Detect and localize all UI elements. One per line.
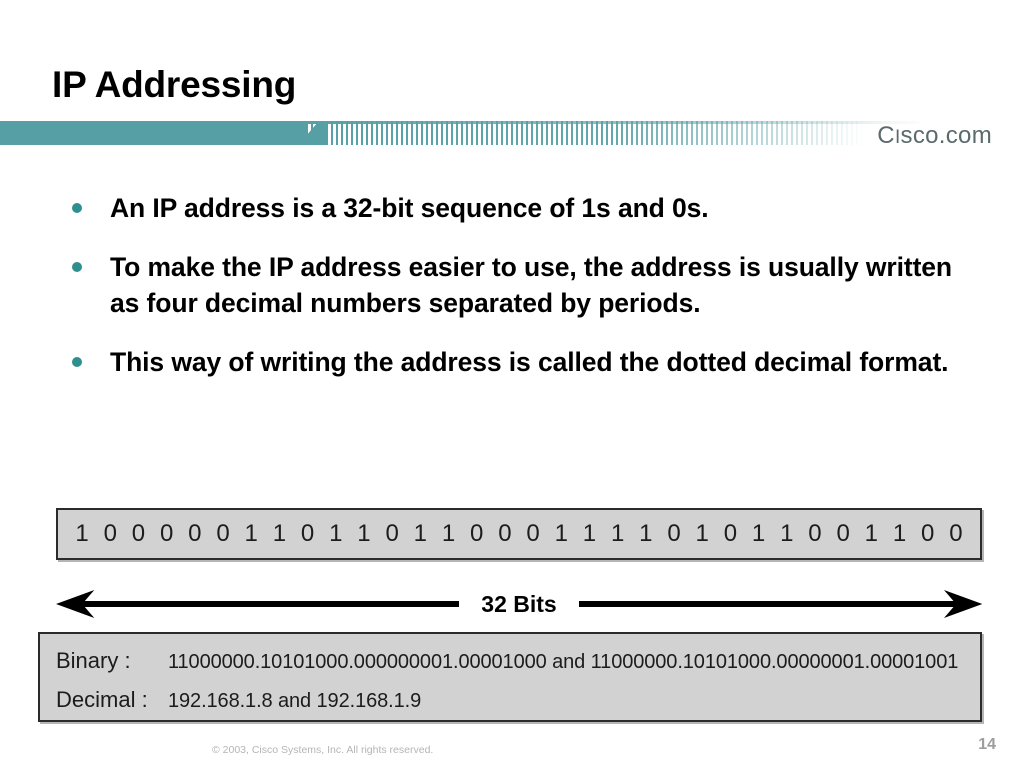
bullet-item: This way of writing the address is calle… <box>66 344 976 381</box>
brand-suffix: sco.com <box>900 122 992 149</box>
bit-digit: 1 <box>751 520 766 547</box>
bit-digit: 1 <box>413 520 428 547</box>
detail-label: Binary : <box>56 648 131 673</box>
cisco-com-logo: CIsco.com <box>877 122 992 150</box>
bit-digit: 1 <box>329 520 343 547</box>
bullet-item: An IP address is a 32-bit sequence of 1s… <box>66 190 976 227</box>
bit-digit: 0 <box>723 520 738 547</box>
bit-digit: 0 <box>921 520 935 547</box>
bit-digit: 0 <box>188 520 202 547</box>
bullet-item: To make the IP address easier to use, th… <box>66 249 976 322</box>
copyright-text: © 2003, Cisco Systems, Inc. All rights r… <box>212 744 434 756</box>
banner-solid-bar <box>0 121 306 145</box>
bit-digit: 0 <box>216 520 230 547</box>
brand-prefix: C <box>877 122 895 149</box>
bit-digit: 1 <box>441 520 456 547</box>
bit-digit: 1 <box>582 520 597 547</box>
bit-digit: 1 <box>610 520 625 547</box>
bit-digit: 0 <box>159 520 174 547</box>
bit-digit: 1 <box>864 520 879 547</box>
bit-digit: 1 <box>639 520 653 547</box>
page-title: IP Addressing <box>52 64 297 105</box>
left-arrow-icon <box>56 583 460 625</box>
detail-value: 192.168.1.8 and 192.168.1.9 <box>168 690 422 712</box>
bit-sequence-box: 10000011011011000111101011001100 <box>56 508 982 560</box>
detail-row-decimal: Decimal : 192.168.1.8 and 192.168.1.9 <box>56 683 964 716</box>
bit-digit: 1 <box>75 520 89 547</box>
bit-digit: 0 <box>103 520 117 547</box>
bit-digit: 1 <box>272 520 287 547</box>
bit-digit: 1 <box>357 520 371 547</box>
bit-digit: 0 <box>949 520 963 547</box>
bit-digit: 0 <box>808 520 822 547</box>
bullet-list: An IP address is a 32-bit sequence of 1s… <box>66 190 976 402</box>
header-banner <box>0 121 1024 145</box>
slide: IP Addressing CIsco.com An IP address is… <box>0 0 1024 768</box>
right-arrow-icon <box>578 583 982 625</box>
bit-digit: 0 <box>498 520 512 547</box>
bit-digit: 0 <box>470 520 484 547</box>
bit-digit: 0 <box>131 520 146 547</box>
bit-digit: 0 <box>667 520 681 547</box>
address-detail-box: Binary : 11000000.10101000.000000001.000… <box>38 632 982 722</box>
bit-digit: 1 <box>554 520 568 547</box>
bit-digit: 0 <box>526 520 540 547</box>
bit-digit: 0 <box>300 520 315 547</box>
bit-digit: 0 <box>836 520 850 547</box>
bit-digit: 0 <box>385 520 399 547</box>
detail-row-binary: Binary : 11000000.10101000.000000001.000… <box>56 644 964 677</box>
bit-width-indicator: 32 Bits <box>56 583 982 625</box>
detail-value: 11000000.10101000.000000001.00001000 and… <box>168 651 959 673</box>
page-number: 14 <box>978 736 996 753</box>
detail-label: Decimal : <box>56 687 148 712</box>
bit-digit: 1 <box>892 520 907 547</box>
banner-stripes <box>306 121 866 145</box>
bit-digit: 1 <box>780 520 794 547</box>
bit-digit: 1 <box>695 520 709 547</box>
arrow-label: 32 Bits <box>481 590 557 617</box>
bit-digit: 1 <box>244 520 258 547</box>
